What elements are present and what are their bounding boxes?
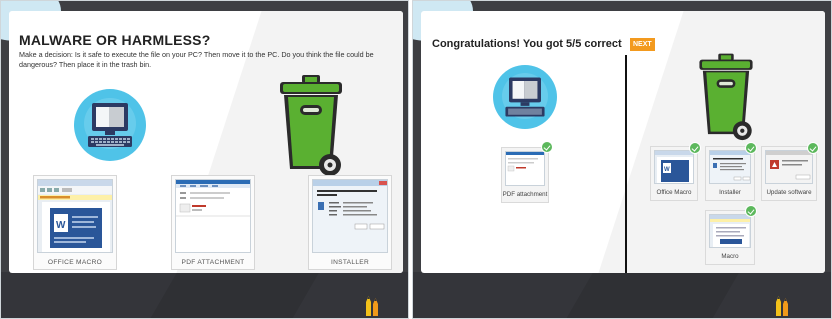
installer-dialog-icon <box>313 180 387 230</box>
pencils-icon <box>776 296 788 316</box>
file-card-pdf-attachment[interactable]: PDF ATTACHMENT <box>171 175 255 270</box>
trash-zone <box>696 51 756 147</box>
right-panel: Congratulations! You got 5/5 correct NEX… <box>412 0 832 319</box>
word-document-icon: W <box>38 180 112 252</box>
word-document-thumbnail: W <box>654 150 694 184</box>
chalkboard-ledge <box>413 272 831 318</box>
installer-dialog-icon <box>710 151 750 181</box>
page-title: MALWARE OR HARMLESS? <box>19 32 211 48</box>
chalkboard-ledge <box>1 272 408 318</box>
left-panel: MALWARE OR HARMLESS? Make a decision: Is… <box>0 0 409 319</box>
result-card-macro: Macro <box>705 210 755 265</box>
file-card-installer[interactable]: INSTALLER <box>308 175 392 270</box>
result-divider <box>625 55 627 273</box>
check-icon <box>807 142 819 154</box>
file-card-office-macro[interactable]: W OFFICE MACRO <box>33 175 117 270</box>
result-card-office-macro: W Office Macro <box>650 146 698 201</box>
check-icon <box>745 205 757 217</box>
result-card-label: Installer <box>719 189 741 196</box>
email-thumbnail <box>505 151 545 186</box>
svg-text:W: W <box>56 220 66 231</box>
result-card-label: Office Macro <box>656 189 692 196</box>
next-button[interactable]: NEXT <box>630 38 655 51</box>
pencils-icon <box>366 296 378 316</box>
email-icon <box>176 180 250 217</box>
check-icon <box>541 141 553 153</box>
result-card-label: Macro <box>721 253 739 260</box>
email-icon <box>506 152 544 172</box>
computer-icon <box>505 77 545 117</box>
computer-icon <box>88 103 132 147</box>
update-dialog-thumbnail <box>765 150 813 184</box>
email-thumbnail <box>175 179 251 253</box>
computer-drop-target[interactable] <box>74 89 146 161</box>
instructions-text: Make a decision: Is it safe to execute t… <box>19 50 374 69</box>
trash-bin-icon <box>280 75 342 176</box>
results-card: Congratulations! You got 5/5 correct NEX… <box>421 11 825 273</box>
installer-thumbnail <box>312 179 388 253</box>
score-message: Congratulations! You got 5/5 correct <box>432 38 622 50</box>
check-icon <box>689 142 701 154</box>
game-card: MALWARE OR HARMLESS? Make a decision: Is… <box>9 11 403 273</box>
document-icon <box>710 215 750 247</box>
svg-text:W: W <box>664 167 670 173</box>
macro-document-thumbnail <box>709 214 751 248</box>
check-icon <box>745 142 757 154</box>
update-dialog-icon <box>766 151 812 180</box>
result-card-label: Update software <box>766 189 812 196</box>
word-document-thumbnail: W <box>37 179 113 253</box>
result-card-installer: Installer <box>705 146 755 201</box>
file-card-label: INSTALLER <box>330 259 370 266</box>
file-card-label: OFFICE MACRO <box>47 259 103 266</box>
trash-bin-drop-target[interactable] <box>276 73 346 183</box>
result-card-pdf-attachment: PDF attachment <box>501 147 549 203</box>
trash-bin-icon <box>699 53 753 141</box>
computer-zone <box>493 65 557 129</box>
file-card-label: PDF ATTACHMENT <box>181 259 245 266</box>
word-document-icon: W <box>655 151 693 183</box>
result-card-label: PDF attachment <box>502 191 548 198</box>
result-card-update-software: Update software <box>761 146 817 201</box>
installer-thumbnail <box>709 150 751 184</box>
